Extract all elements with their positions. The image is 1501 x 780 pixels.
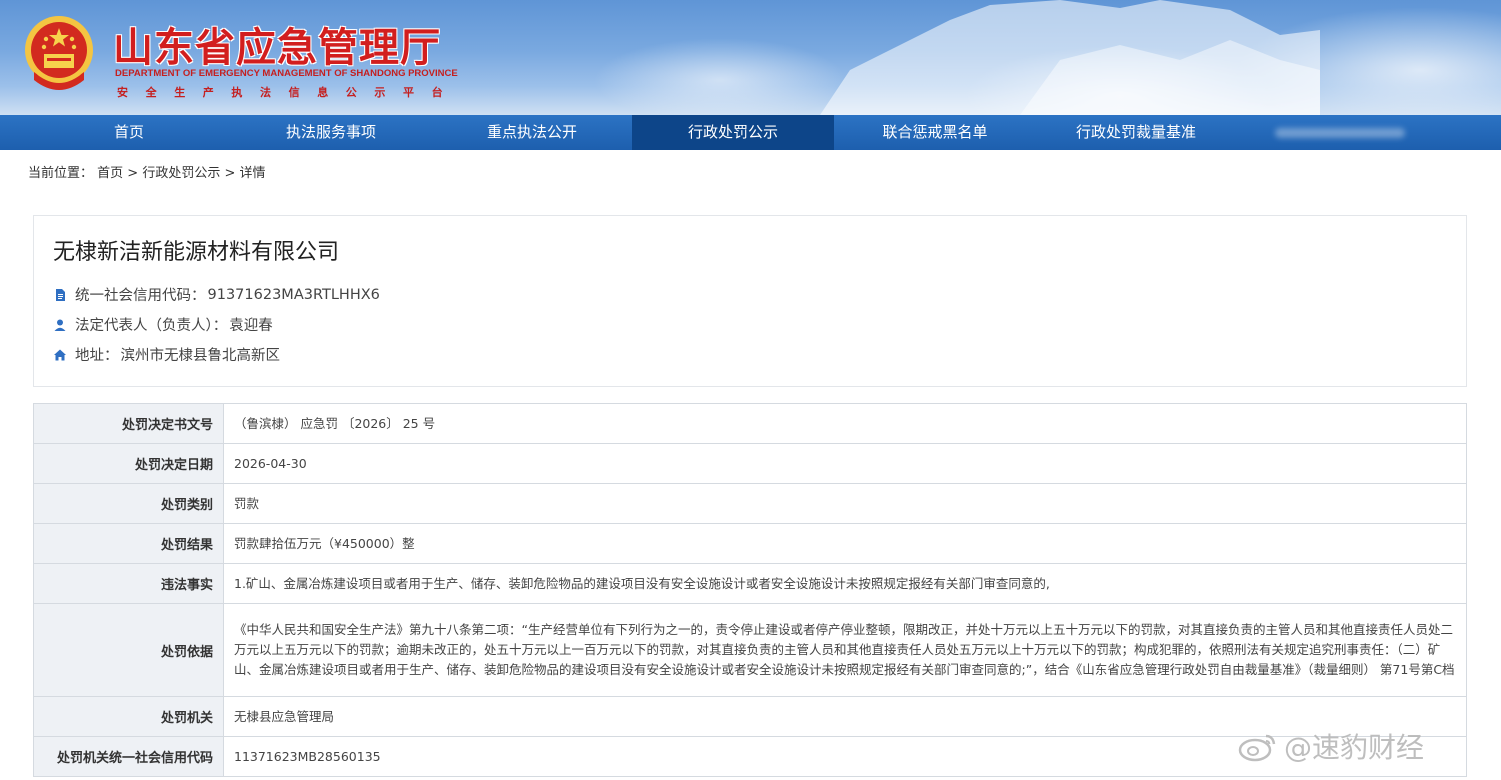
- row-value-penalty-result: 罚款肆拾伍万元（¥450000）整: [224, 524, 1467, 563]
- company-card: 无棣新洁新能源材料有限公司 统一社会信用代码： 91371623MA3RTLHH…: [33, 215, 1467, 387]
- nav-item-home[interactable]: 首页: [28, 115, 230, 150]
- site-subtitle: 安全生产执法信息公示平台: [117, 86, 461, 99]
- table-row: 处罚决定书文号 （鲁滨棣） 应急罚 〔2026〕 25 号: [34, 404, 1467, 444]
- row-label-penalty-category: 处罚类别: [34, 484, 224, 523]
- site-title: 山东省应急管理厅: [113, 25, 441, 71]
- row-label-penalty-basis: 处罚依据: [34, 604, 224, 696]
- nav-item-enforcement-services[interactable]: 执法服务事项: [230, 115, 432, 150]
- row-label-decision-date: 处罚决定日期: [34, 444, 224, 483]
- legal-rep-label: 法定代表人（负责人）：: [75, 318, 228, 334]
- row-value-violation-facts: 1.矿山、金属冶炼建设项目或者用于生产、储存、装卸危险物品的建设项目没有安全设施…: [224, 564, 1467, 603]
- penalty-detail-table: 处罚决定书文号 （鲁滨棣） 应急罚 〔2026〕 25 号 处罚决定日期 202…: [33, 403, 1467, 777]
- table-row: 处罚结果 罚款肆拾伍万元（¥450000）整: [34, 524, 1467, 564]
- weibo-icon: [1238, 734, 1276, 762]
- row-value-decision-date: 2026-04-30: [224, 444, 1467, 483]
- user-icon: [54, 319, 66, 331]
- row-label-penalty-result: 处罚结果: [34, 524, 224, 563]
- credit-code-value: 91371623MA3RTLHHX6: [207, 286, 380, 303]
- breadcrumb-prefix: 当前位置：: [28, 166, 94, 181]
- nav-item-blurred[interactable]: [1275, 128, 1405, 138]
- nav-item-key-enforcement[interactable]: 重点执法公开: [431, 115, 633, 150]
- company-name: 无棣新洁新能源材料有限公司: [53, 240, 340, 265]
- main-nav: 首页 执法服务事项 重点执法公开 行政处罚公示 联合惩戒黑名单 行政处罚裁量基准: [0, 115, 1501, 150]
- credit-code-row: 统一社会信用代码： 91371623MA3RTLHHX6: [53, 284, 380, 305]
- address-row: 地址： 滨州市无棣县鲁北高新区: [53, 344, 280, 365]
- header-banner: 山东省应急管理厅 DEPARTMENT OF EMERGENCY MANAGEM…: [0, 0, 1501, 115]
- table-row: 处罚依据 《中华人民共和国安全生产法》第九十八条第二项：“生产经营单位有下列行为…: [34, 604, 1467, 697]
- table-row: 处罚决定日期 2026-04-30: [34, 444, 1467, 484]
- site-title-english: DEPARTMENT OF EMERGENCY MANAGEMENT OF SH…: [115, 68, 458, 79]
- row-value-decision-number: （鲁滨棣） 应急罚 〔2026〕 25 号: [224, 404, 1467, 443]
- nav-item-penalty-disclosure[interactable]: 行政处罚公示: [632, 115, 834, 150]
- national-emblem-icon: [25, 16, 93, 90]
- watermark: @速豹财经: [1238, 726, 1424, 766]
- row-label-violation-facts: 违法事实: [34, 564, 224, 603]
- address-value: 滨州市无棣县鲁北高新区: [120, 348, 281, 364]
- home-icon: [54, 349, 66, 360]
- row-label-penalty-authority: 处罚机关: [34, 697, 224, 736]
- legal-rep-value: 袁迎春: [229, 318, 273, 334]
- breadcrumb: 当前位置： 首页 > 行政处罚公示 > 详情: [28, 162, 265, 181]
- row-label-authority-credit-code: 处罚机关统一社会信用代码: [34, 737, 224, 776]
- nav-item-penalty-standards[interactable]: 行政处罚裁量基准: [1035, 115, 1237, 150]
- address-label: 地址：: [75, 348, 119, 364]
- row-label-decision-number: 处罚决定书文号: [34, 404, 224, 443]
- legal-rep-row: 法定代表人（负责人）： 袁迎春: [53, 314, 273, 335]
- table-row: 处罚类别 罚款: [34, 484, 1467, 524]
- banner-map-graphic: [820, 0, 1320, 115]
- row-value-penalty-category: 罚款: [224, 484, 1467, 523]
- row-value-penalty-basis: 《中华人民共和国安全生产法》第九十八条第二项：“生产经营单位有下列行为之一的，责…: [224, 604, 1467, 696]
- nav-item-blacklist[interactable]: 联合惩戒黑名单: [834, 115, 1036, 150]
- document-icon: [56, 288, 65, 301]
- credit-code-label: 统一社会信用代码：: [75, 288, 206, 304]
- breadcrumb-path[interactable]: 首页 > 行政处罚公示 > 详情: [97, 166, 265, 181]
- table-row: 违法事实 1.矿山、金属冶炼建设项目或者用于生产、储存、装卸危险物品的建设项目没…: [34, 564, 1467, 604]
- watermark-text: @速豹财经: [1284, 731, 1425, 764]
